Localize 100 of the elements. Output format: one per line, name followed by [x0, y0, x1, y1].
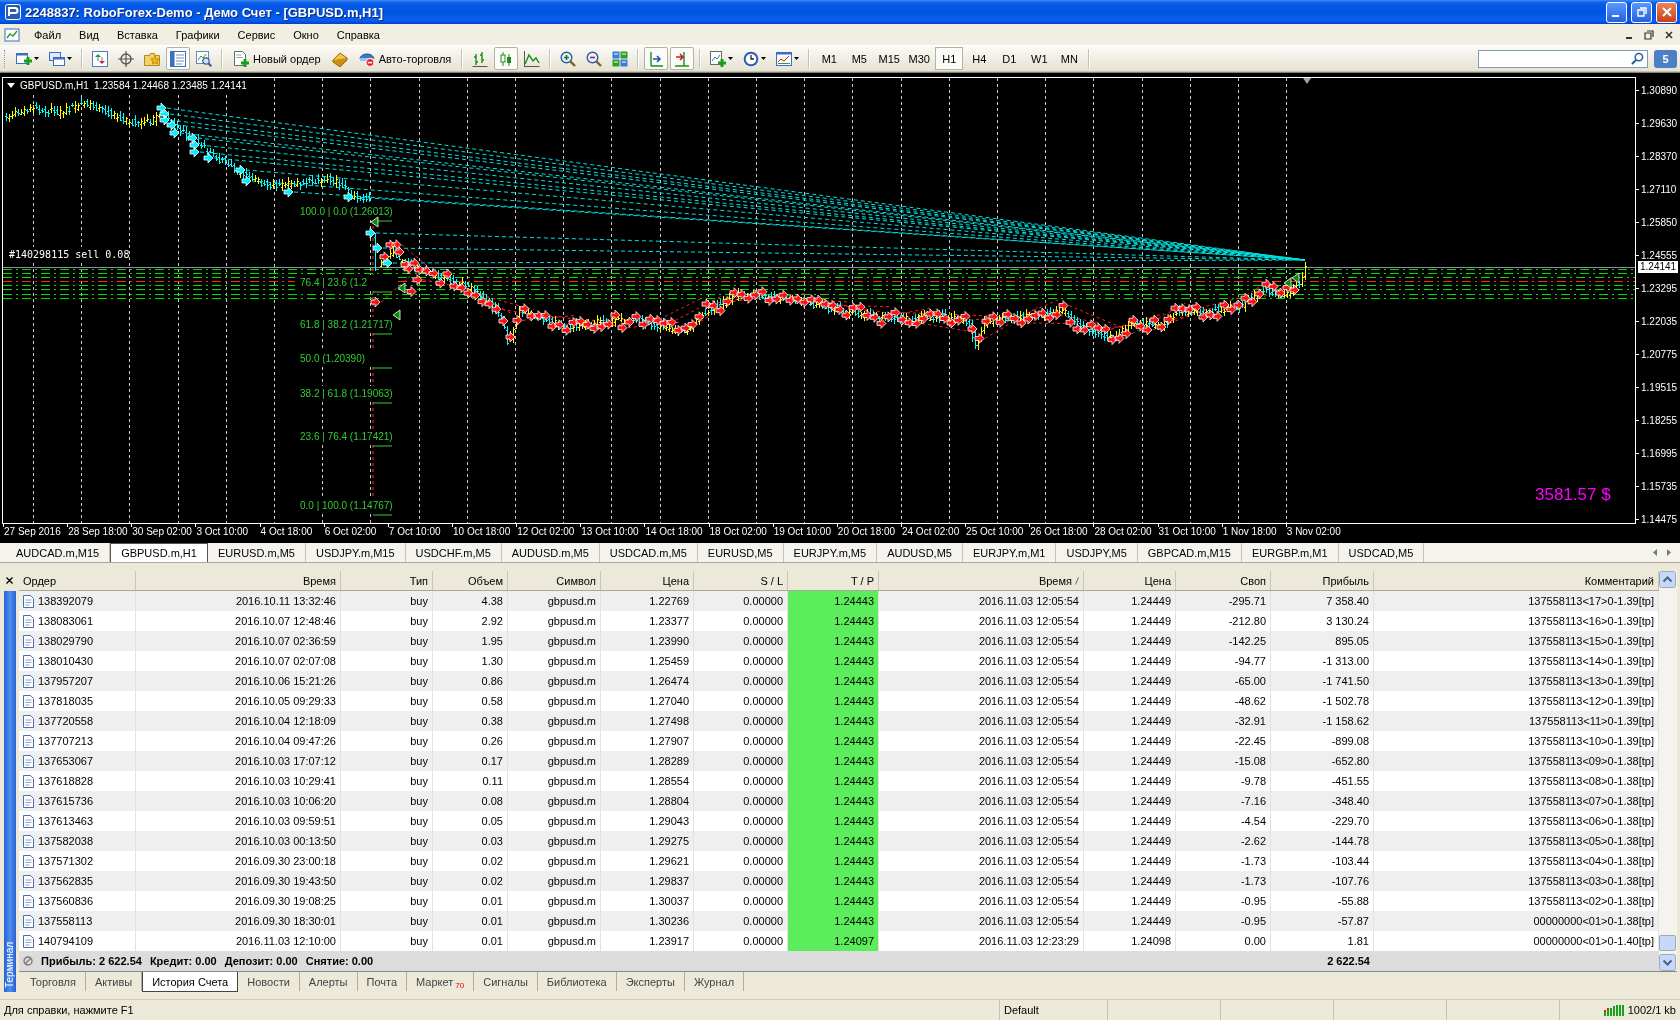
document-icon: [23, 674, 34, 688]
chart-tab[interactable]: USDCAD,M5: [1338, 543, 1425, 562]
scroll-down-icon[interactable]: [1659, 954, 1676, 971]
column-header[interactable]: Время: [879, 571, 1084, 590]
auto-trading-button[interactable]: Авто-торговля: [353, 47, 457, 70]
document-icon: [23, 594, 34, 608]
auto-scroll-button[interactable]: [670, 47, 695, 70]
column-header[interactable]: Цена: [1084, 571, 1176, 590]
timeframe-button[interactable]: H4: [965, 47, 994, 70]
terminal-tab[interactable]: Журнал: [684, 972, 745, 991]
column-header[interactable]: Цена: [601, 571, 694, 590]
chart-tab[interactable]: EURGBP.m,M1: [1241, 543, 1339, 562]
notifications-button[interactable]: 5: [1654, 49, 1677, 68]
close-icon: [1664, 30, 1673, 39]
column-header[interactable]: Символ: [508, 571, 601, 590]
scrollbar-thumb[interactable]: [1659, 935, 1676, 951]
terminal-button[interactable]: [166, 47, 190, 70]
time-axis-label: 10 Oct 18:00: [452, 524, 517, 540]
chart-tab[interactable]: EURJPY.m,M5: [783, 543, 878, 562]
table-cell: 1.24443: [788, 611, 879, 631]
table-cell-text: 140794109: [38, 934, 94, 949]
menu-item[interactable]: Окно: [285, 24, 329, 45]
clock-icon: [743, 50, 760, 67]
menu-item[interactable]: Файл: [26, 24, 72, 45]
terminal-tab[interactable]: Эксперты: [616, 972, 685, 991]
menu-item[interactable]: Графики: [167, 24, 230, 45]
column-header[interactable]: S / L: [694, 571, 788, 590]
document-icon: [23, 694, 34, 708]
price-axis-label: 1.19515: [1641, 382, 1678, 393]
table-cell-text: 138029790: [38, 634, 94, 649]
window-title: 2248837: RoboForex-Demo - Демо Счет - [GBPUSD.m,H1]: [25, 4, 384, 20]
chart-window-icon: [776, 50, 793, 67]
app-icon: [5, 4, 21, 20]
terminal-tab[interactable]: Новости: [238, 972, 300, 991]
chart-tab[interactable]: AUDUSD.m,M5: [501, 543, 600, 562]
column-header[interactable]: Ордер: [19, 571, 136, 590]
candlesticks-button[interactable]: [494, 47, 519, 70]
column-header[interactable]: Объем: [433, 571, 508, 590]
column-header[interactable]: Время: [136, 571, 341, 590]
scrollbar[interactable]: [1659, 571, 1677, 971]
menu-item[interactable]: Сервис: [229, 24, 286, 45]
window-list-icon: [170, 50, 186, 67]
document-icon: [23, 914, 34, 928]
chart-tab[interactable]: AUDUSD,M5: [877, 543, 963, 562]
diamond-icon: [331, 50, 348, 67]
terminal-tab[interactable]: Торговля: [21, 972, 86, 991]
price-axis-label: 1.29630: [1641, 118, 1678, 129]
scroll-up-icon[interactable]: [1659, 571, 1676, 588]
minimize-button[interactable]: [1606, 1, 1627, 23]
table-cell-text: 137720558: [38, 714, 94, 729]
chart-tab[interactable]: GBPUSD.m,H1: [110, 543, 208, 562]
table-cell-text: 137707213: [38, 734, 94, 749]
chart-tab[interactable]: USDCAD.m,M5: [599, 543, 698, 562]
restore-button[interactable]: [1631, 1, 1652, 23]
terminal-tab[interactable]: Библиотека: [537, 972, 617, 991]
magnifier-chart-icon: [196, 50, 212, 67]
timeframe-button[interactable]: MN: [1055, 47, 1084, 70]
terminal-tab[interactable]: Сигналы: [474, 972, 538, 991]
document-icon: [23, 774, 34, 788]
timeframe-button[interactable]: M1: [815, 47, 844, 70]
scroll-right-icon[interactable]: [1667, 549, 1671, 556]
chart-shift-button[interactable]: [644, 47, 669, 70]
chart-tab[interactable]: USDJPY,M5: [1056, 543, 1138, 562]
timeframe-button[interactable]: M30: [905, 47, 934, 70]
scroll-left-icon[interactable]: [1653, 549, 1657, 556]
document-icon: [23, 734, 34, 748]
column-header[interactable]: Прибыль: [1271, 571, 1374, 590]
menu-item[interactable]: Справка: [328, 24, 390, 45]
column-header[interactable]: Своп: [1176, 571, 1271, 590]
terminal-tab[interactable]: Алерты: [299, 972, 358, 991]
column-header[interactable]: Тип: [341, 571, 433, 590]
timeframe-button[interactable]: M15: [875, 47, 904, 70]
panel-caption: Терминал: [3, 591, 16, 992]
menu-item[interactable]: Вид: [71, 24, 109, 45]
document-icon: [23, 654, 34, 668]
chart-tab[interactable]: USDJPY.m,M15: [305, 543, 406, 562]
timeframe-button[interactable]: M5: [845, 47, 874, 70]
new-order-button[interactable]: Новый ордер: [228, 47, 326, 70]
chart-tab[interactable]: EURUSD.m,M5: [207, 543, 306, 562]
menu-item[interactable]: Вставка: [108, 24, 168, 45]
chart-tab[interactable]: EURJPY.m,M1: [962, 543, 1057, 562]
status-profile: Default: [1000, 1000, 1108, 1020]
terminal-tab[interactable]: История Счета: [142, 972, 239, 992]
table-cell: 1.24443: [788, 911, 879, 931]
time-axis-label: 19 Oct 10:00: [772, 524, 837, 540]
document-icon: [23, 634, 34, 648]
chart-tab[interactable]: EURUSD,M5: [697, 543, 784, 562]
column-header[interactable]: T / P: [788, 571, 879, 590]
time-axis-label: 12 Oct 02:00: [516, 524, 581, 540]
table-cell-text: 138392079: [38, 594, 94, 609]
timeframe-button[interactable]: D1: [995, 47, 1024, 70]
terminal-tab[interactable]: Почта: [357, 972, 408, 991]
time-axis-label: 13 Oct 10:00: [580, 524, 645, 540]
timeframe-button[interactable]: W1: [1025, 47, 1054, 70]
chart-tab[interactable]: USDCHF.m,M5: [405, 543, 502, 562]
time-axis-label: 6 Oct 02:00: [323, 524, 388, 540]
timeframe-button[interactable]: H1: [935, 47, 964, 70]
chart-tab[interactable]: GBPCAD.m,M15: [1137, 543, 1242, 562]
minimize-icon: [1611, 14, 1619, 17]
search-field[interactable]: [1478, 49, 1648, 68]
